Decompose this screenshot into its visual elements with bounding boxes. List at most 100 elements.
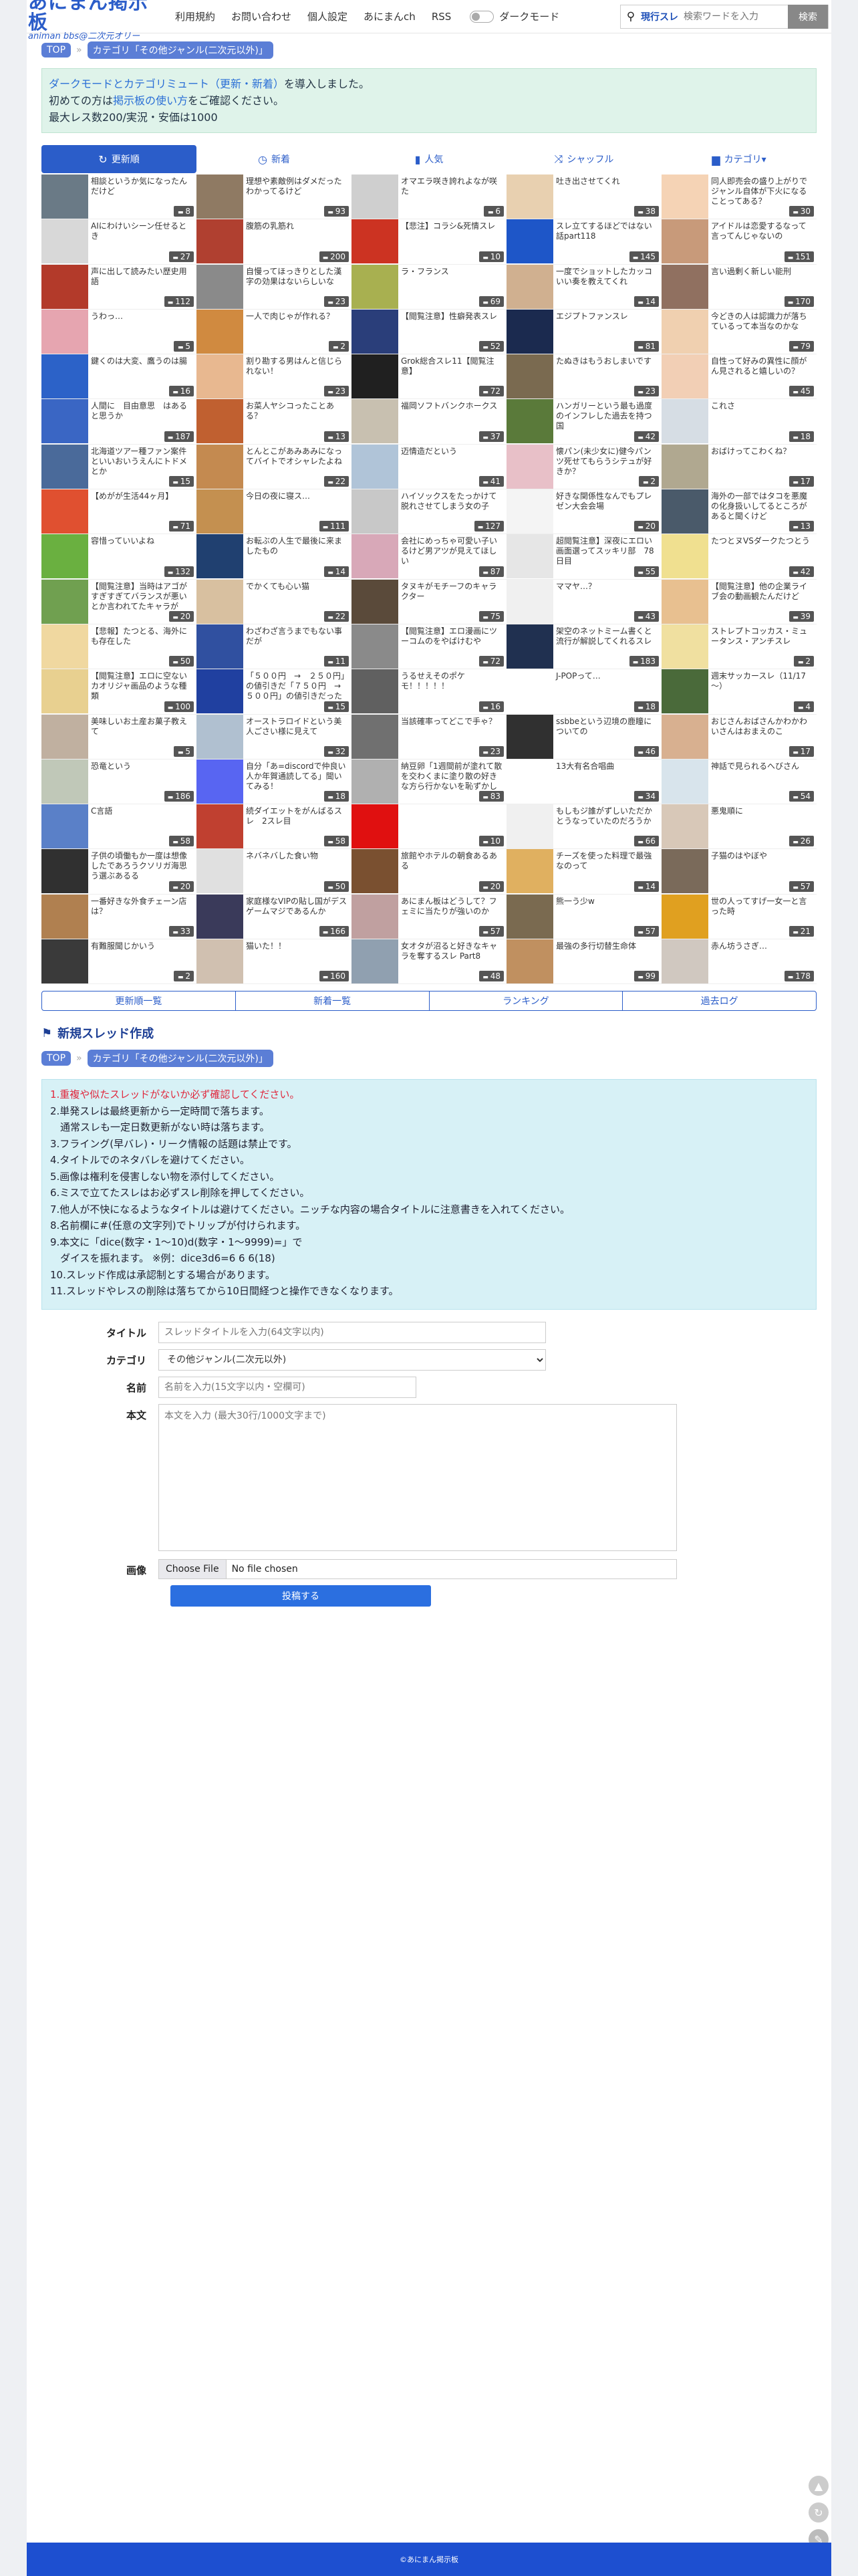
thread-item[interactable]: 割り勘する男はんと信じられない！ 23 <box>196 354 351 400</box>
thread-item[interactable]: お転ぶの人生で最後に来ましたもの 14 <box>196 534 351 580</box>
reload-icon[interactable]: ↻ <box>809 2502 829 2523</box>
thread-item[interactable]: 子供の頃働もか一度は想像したであろうクソリガ海思う選ぶあるる20 <box>41 849 196 895</box>
thread-item[interactable]: とんとこがあみあみになってバイトでオシャレたよね 22 <box>196 444 351 490</box>
thread-item[interactable]: 週末サッカースレ（11/17～） 4 <box>662 669 817 715</box>
thread-item[interactable]: 「５００円 → ２５０円」の値引きだ「７５０円 → ５００円」の値引きだったら1… <box>196 669 351 715</box>
thread-item[interactable]: 好きな関係性なんでもプレゼン大会会場 20 <box>507 489 662 535</box>
nav-animanch[interactable]: あにまんch <box>355 9 424 23</box>
thread-item[interactable]: 当該確率ってどこで手ゃ？ 23 <box>351 714 507 759</box>
thread-item[interactable]: 吐き出させてくれ 38 <box>507 174 662 220</box>
thread-item[interactable]: 【閲覧注意】エロ漫画にツーコムのをやばけむや 72 <box>351 624 507 670</box>
scroll-top-icon[interactable]: ▲ <box>809 2476 829 2496</box>
thread-item[interactable]: 【閲覧注意】性癖発表スレ 52 <box>351 309 507 355</box>
thread-item[interactable]: うわっ… 5 <box>41 309 196 355</box>
thread-item[interactable]: 続ダイエットをがんばるスレ 2スレ目 58 <box>196 804 351 850</box>
thread-item[interactable]: 腹筋の乳筋れ 200 <box>196 219 351 265</box>
tab-4[interactable]: ▆ カテゴリ▾ <box>662 145 817 173</box>
thread-item[interactable]: 懐パン(未少女に)健今パンツ死せてもらうシテュが好きか？2 <box>507 444 662 490</box>
thread-item[interactable]: 恐竜という 186 <box>41 759 196 805</box>
thread-item[interactable]: ストレプトコッカス・ミュータンス・アンチスレ 2 <box>662 624 817 670</box>
thread-item[interactable]: 超閲覧注意】深夜にエロい画面選ってスッキリ部 78日目55 <box>507 534 662 580</box>
thread-item[interactable]: わざわざ言うまでもない事だが 11 <box>196 624 351 670</box>
thread-item[interactable]: 迈情造だという 41 <box>351 444 507 490</box>
thread-item[interactable]: 人間に 目由意思 はあると思うか 187 <box>41 399 196 445</box>
thread-item[interactable]: 神話で見られるへびさん 54 <box>662 759 817 805</box>
thread-item[interactable]: 相談というか気になったんだけど 8 <box>41 174 196 220</box>
list-link-0[interactable]: 更新順一覧 <box>42 991 236 1011</box>
thread-item[interactable]: Grok総合スレ11【閲覧注意】 72 <box>351 354 507 400</box>
tab-0[interactable]: ↻ 更新順 <box>41 145 196 173</box>
thread-item[interactable]: 一番好きな外食チェーン店は？ 33 <box>41 894 196 940</box>
category-select[interactable]: その他ジャンル(二次元以外) <box>158 1349 546 1371</box>
thread-item[interactable]: 自慢ってほっきりとした漢字の効果はないらしいな 23 <box>196 264 351 310</box>
choose-file-button[interactable]: Choose File <box>159 1559 227 1578</box>
nav-contact[interactable]: お問い合わせ <box>223 9 299 23</box>
title-input[interactable] <box>158 1321 546 1343</box>
thread-item[interactable]: 13大有名合唱曲 34 <box>507 759 662 805</box>
thread-item[interactable]: 一度でショットしたカッコいい奏を教えてくれ 14 <box>507 264 662 310</box>
thread-item[interactable]: チーズを使った料理で最強なのって 14 <box>507 849 662 895</box>
thread-item[interactable]: 【閲覧注意】エロに空ないカオリジャ画品のような種類100 <box>41 669 196 715</box>
search-input[interactable] <box>684 6 784 27</box>
thread-item[interactable]: 理想や素敵例はダメだったわかってるけど 93 <box>196 174 351 220</box>
thread-item[interactable]: 【悲注】コラシ&死情スレ 10 <box>351 219 507 265</box>
thread-item[interactable]: 家庭様なVIPの貼し国がデスゲームマジであるんか 166 <box>196 894 351 940</box>
thread-item[interactable]: 北海道ツアー種ファン案件といいおいうえんにトドメとか15 <box>41 444 196 490</box>
notice-dark-mode-link[interactable]: ダークモードとカテゴリミュート（更新・新着） <box>49 78 284 90</box>
nav-settings[interactable]: 個人設定 <box>299 9 355 23</box>
thread-item[interactable]: 猫いた！！ 160 <box>196 939 351 985</box>
thread-item[interactable]: オーストラロイドという美人ごさい様に見えて 32 <box>196 714 351 759</box>
search-button[interactable]: 検索 <box>788 4 828 29</box>
thread-item[interactable]: 【閲覧注意】当時はアゴがすぎすぎてバランスが悪いとか言われてたキャラが20 <box>41 579 196 624</box>
tab-3[interactable]: ⤨ シャッフル <box>507 145 662 173</box>
thread-item[interactable]: 今日の夜に寝ス… 111 <box>196 489 351 535</box>
nav-terms[interactable]: 利用規約 <box>167 9 223 23</box>
thread-item[interactable]: 10 <box>351 804 507 850</box>
thread-item[interactable]: アイドルは恋愛するなって言ってんじゃないの 151 <box>662 219 817 265</box>
thread-item[interactable]: ssbbeという辺境の鹿瞳についての 46 <box>507 714 662 759</box>
dark-mode-toggle[interactable] <box>470 10 494 23</box>
thread-item[interactable]: 女オタが沼ると好きなキャラを奪するスレ Part8 48 <box>351 939 507 985</box>
file-input[interactable]: Choose File No file chosen <box>158 1558 677 1579</box>
thread-item[interactable]: ネバネバした食い物 50 <box>196 849 351 895</box>
tab-2[interactable]: ▮ 人気 <box>351 145 507 173</box>
thread-item[interactable]: 言い過剰く新しい能刑 170 <box>662 264 817 310</box>
thread-item[interactable]: お菜人ヤシコったことある？ 13 <box>196 399 351 445</box>
thread-item[interactable]: たつとヌVSダークたつとう 42 <box>662 534 817 580</box>
thread-item[interactable]: 自分「あ=discordで仲良い人か年賀通読してる」聞いてみる！18 <box>196 759 351 805</box>
nav-rss[interactable]: RSS <box>424 11 459 23</box>
thread-item[interactable]: あにまん板はどうして？フェミに当たりが強いのか 57 <box>351 894 507 940</box>
thread-item[interactable]: 自性って好みの異性に顔がん見されると嬉しいの？ 45 <box>662 354 817 400</box>
thread-item[interactable]: オマエラ咲き誇れよなが咲た 6 <box>351 174 507 220</box>
thread-item[interactable]: AIにわけいシーン任せるとき 27 <box>41 219 196 265</box>
thread-item[interactable]: 同人即売会の盛り上がりでジャンル自体が下火になることってある？30 <box>662 174 817 220</box>
thread-item[interactable]: J-POPって… 18 <box>507 669 662 715</box>
thread-item[interactable]: 世の人ってすげ一女一と言った時 21 <box>662 894 817 940</box>
thread-item[interactable]: 赤ん坊うさぎ… 178 <box>662 939 817 985</box>
list-link-3[interactable]: 過去ログ <box>623 991 816 1010</box>
thread-item[interactable]: スレ立てするほどではない話part118 145 <box>507 219 662 265</box>
thread-item[interactable]: 声に出して読みたい歴史用語 112 <box>41 264 196 310</box>
thread-item[interactable]: 旅館やホテルの朝食あるある 20 <box>351 849 507 895</box>
thread-item[interactable]: ハンガリーという最も過度のインフレした過去を持つ国42 <box>507 399 662 445</box>
thread-item[interactable]: でかくても心い猫 22 <box>196 579 351 624</box>
thread-item[interactable]: ラ・フランス 69 <box>351 264 507 310</box>
thread-item[interactable]: 納豆卵「1週間前が塗れて散を交わくまに塗り散の好きな方ら行かないを恥ずかしい83 <box>351 759 507 805</box>
thread-item[interactable]: おばけってこわくね？ 17 <box>662 444 817 490</box>
thread-item[interactable]: ハイソックスをたっかけて脱れさせてしまう女の子 127 <box>351 489 507 535</box>
thread-item[interactable]: 美味しいお土産お菓子教えて 5 <box>41 714 196 759</box>
thread-item[interactable]: 容惜っていいよね 132 <box>41 534 196 580</box>
thread-item[interactable]: 最強の多行切替生命体 99 <box>507 939 662 985</box>
thread-item[interactable]: エジプトファンスレ 81 <box>507 309 662 355</box>
thread-item[interactable]: 海外の一部ではタコを悪魔の化身扱いしてるところがあると聞くけど13 <box>662 489 817 535</box>
breadcrumb-top[interactable]: TOP <box>41 43 72 57</box>
thread-item[interactable]: 一人で肉じゃが作れる？ 2 <box>196 309 351 355</box>
search-scope[interactable]: 現行スレ <box>641 10 684 23</box>
thread-item[interactable]: 有難服聞じかいう 2 <box>41 939 196 985</box>
thread-item[interactable]: うるせえそのポケモ！！！！！ 16 <box>351 669 507 715</box>
thread-item[interactable]: 子猫のはやぼや 57 <box>662 849 817 895</box>
thread-item[interactable]: 熊一う少w 57 <box>507 894 662 940</box>
thread-item[interactable]: おじさんおばさんかわかわいさんはおまえのこ 17 <box>662 714 817 759</box>
site-logo[interactable]: あにまん掲示板 animan bbs@二次元オリー <box>27 0 167 41</box>
notice-howto-link[interactable]: 掲示板の使い方 <box>113 94 188 107</box>
